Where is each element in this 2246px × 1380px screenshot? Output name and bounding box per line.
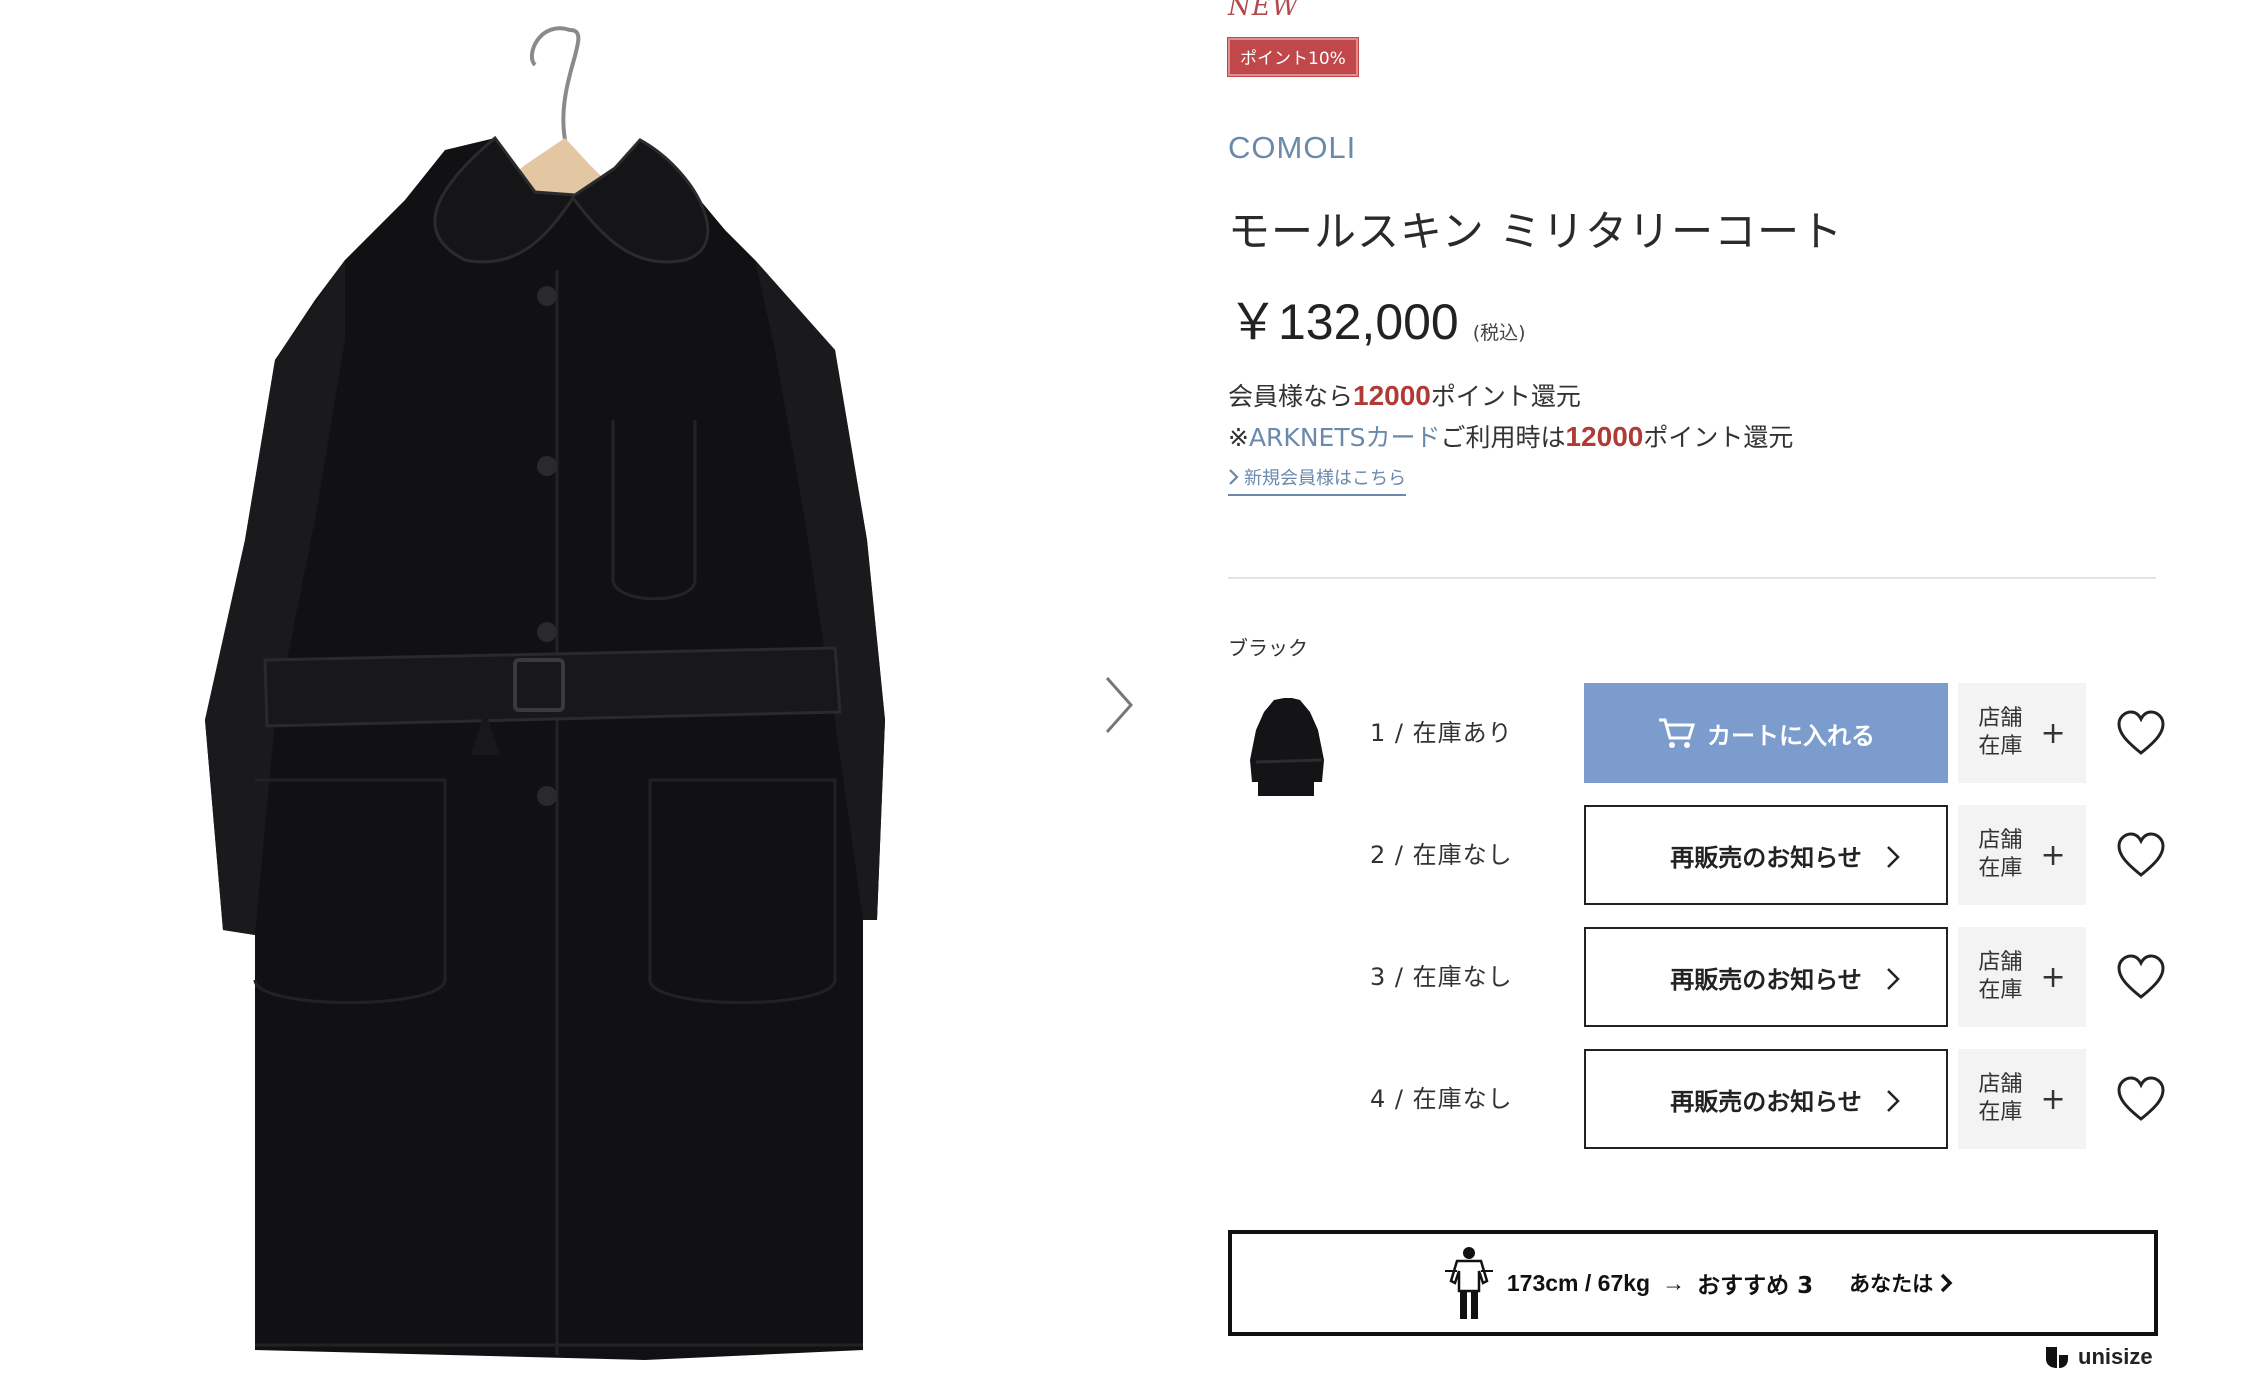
arrow-icon: →	[1662, 1269, 1686, 1296]
store-stock-label: 店舗	[1978, 706, 2023, 731]
plus-icon: +	[2040, 1081, 2066, 1117]
new-member-register-link[interactable]: 新規会員様はこちら	[1228, 464, 1406, 496]
store-stock-label: 店舗	[1978, 1072, 2023, 1097]
size-stock-label: 1 / 在庫あり	[1370, 719, 1513, 747]
store-stock-button[interactable]: 店舗 在庫 +	[1958, 805, 2086, 905]
product-image[interactable]	[195, 20, 895, 1380]
next-image-arrow-icon[interactable]	[1095, 670, 1145, 740]
restock-notify-label: 再販売のお知らせ	[1670, 843, 1862, 872]
product-title: モールスキン ミリタリーコート	[1228, 207, 1844, 256]
store-stock-label: 在庫	[1978, 856, 2023, 881]
restock-notify-label: 再販売のお知らせ	[1670, 965, 1862, 994]
card-points-line: ※ARKNETSカードご利用時は12000ポイント還元	[1228, 421, 1794, 452]
body-figure-icon	[1444, 1247, 1493, 1319]
body-measurement: 173cm / 67kg	[1506, 1269, 1651, 1296]
plus-icon: +	[2040, 837, 2066, 873]
store-stock-button[interactable]: 店舗 在庫 +	[1958, 927, 2086, 1027]
chevron-right-icon	[1940, 1273, 1953, 1293]
plus-icon: +	[2040, 715, 2066, 751]
add-to-cart-button[interactable]: カートに入れる	[1584, 683, 1948, 783]
member-points-line: 会員様なら12000ポイント還元	[1228, 380, 1581, 411]
divider	[1228, 577, 2156, 579]
chevron-right-icon	[1229, 469, 1239, 485]
product-detail-panel: NEW ポイント10% COMOLI モールスキン ミリタリーコート ￥132,…	[1227, 0, 2165, 1380]
size-stock-label: 4 / 在庫なし	[1370, 1085, 1513, 1113]
card-points-value: 12000	[1565, 421, 1644, 452]
cart-icon	[1659, 718, 1696, 748]
restock-notify-button[interactable]: 再販売のお知らせ	[1584, 1049, 1948, 1149]
store-stock-label: 在庫	[1978, 734, 2023, 759]
store-stock-button[interactable]: 店舗 在庫 +	[1958, 1049, 2086, 1149]
points-info: 会員様なら12000ポイント還元 ※ARKNETSカードご利用時は12000ポイ…	[1228, 376, 1793, 458]
size-row-3: 3 / 在庫なし 再販売のお知らせ 店舗 在庫 +	[1228, 927, 2165, 1027]
restock-notify-label: 再販売のお知らせ	[1670, 1087, 1862, 1116]
heart-icon[interactable]	[2116, 831, 2166, 879]
size-stock-label: 3 / 在庫なし	[1370, 963, 1513, 991]
price-row: ￥132,000 (税込)	[1228, 282, 1526, 354]
restock-notify-button[interactable]: 再販売のお知らせ	[1584, 805, 1948, 905]
heart-icon[interactable]	[2116, 1075, 2166, 1123]
store-stock-label: 在庫	[1978, 978, 2023, 1003]
new-label: NEW	[1228, 0, 1300, 22]
chevron-right-icon	[1887, 846, 1900, 868]
product-image-gallery	[0, 0, 1150, 1380]
chevron-right-icon	[1887, 1090, 1900, 1112]
brand-link[interactable]: COMOLI	[1228, 130, 1356, 166]
your-size-link: あなたは	[1849, 1268, 1953, 1298]
unisize-logo: unisize	[2044, 1344, 2153, 1370]
recommended-size: おすすめ 3	[1697, 1273, 1814, 1299]
plus-icon: +	[2040, 959, 2066, 995]
arknets-card-link[interactable]: ARKNETSカード	[1249, 423, 1441, 452]
store-stock-label: 店舗	[1978, 950, 2023, 975]
store-stock-label: 店舗	[1978, 828, 2023, 853]
size-row-4: 4 / 在庫なし 再販売のお知らせ 店舗 在庫 +	[1228, 1049, 2165, 1149]
heart-icon[interactable]	[2116, 709, 2166, 757]
tax-note: (税込)	[1472, 322, 1526, 344]
price: ￥132,000	[1228, 294, 1459, 350]
heart-icon[interactable]	[2116, 953, 2166, 1001]
point-badge: ポイント10%	[1227, 37, 1359, 77]
size-recommendation-button[interactable]: 173cm / 67kg → おすすめ 3 あなたは	[1228, 1230, 2158, 1336]
size-row-1: 1 / 在庫あり カートに入れる 店舗 在庫 +	[1228, 683, 2165, 783]
size-row-2: 2 / 在庫なし 再販売のお知らせ 店舗 在庫 +	[1228, 805, 2165, 905]
add-to-cart-label: カートに入れる	[1707, 721, 1875, 750]
restock-notify-button[interactable]: 再販売のお知らせ	[1584, 927, 1948, 1027]
member-points-value: 12000	[1353, 380, 1431, 411]
store-stock-button[interactable]: 店舗 在庫 +	[1958, 683, 2086, 783]
product-page: NEW ポイント10% COMOLI モールスキン ミリタリーコート ￥132,…	[0, 0, 2246, 1380]
chevron-right-icon	[1887, 968, 1900, 990]
size-stock-label: 2 / 在庫なし	[1370, 841, 1513, 869]
store-stock-label: 在庫	[1978, 1100, 2023, 1125]
color-name: ブラック	[1228, 636, 1308, 660]
unisize-logo-icon	[2046, 1347, 2068, 1368]
